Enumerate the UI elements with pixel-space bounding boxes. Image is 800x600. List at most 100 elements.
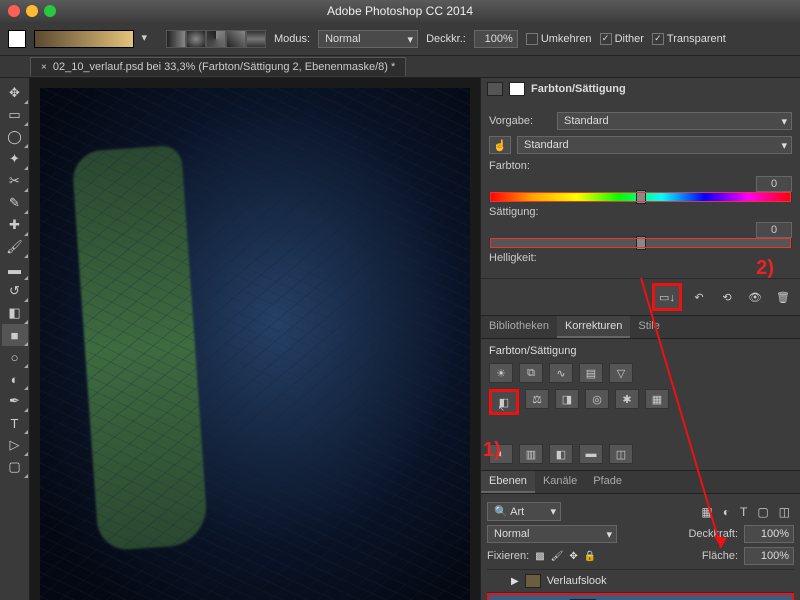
brush-tool[interactable]: 🖌 bbox=[2, 236, 28, 258]
clip-to-layer-button[interactable]: ▭↓ bbox=[652, 283, 682, 311]
shape-tool[interactable]: ▢ bbox=[2, 456, 28, 478]
adj-posterize-icon[interactable]: ▥ bbox=[519, 444, 543, 464]
disclosure-triangle-icon[interactable]: ▶ bbox=[511, 576, 519, 587]
filter-shape-icon[interactable]: ▢ bbox=[757, 505, 768, 519]
move-tool[interactable]: ✥ bbox=[2, 82, 28, 104]
dither-checkbox[interactable]: Dither bbox=[600, 33, 644, 45]
adj-curves-icon[interactable]: ∿ bbox=[549, 363, 573, 383]
previous-state-button[interactable]: ↶ bbox=[688, 288, 710, 306]
crop-tool[interactable]: ✂ bbox=[2, 170, 28, 192]
delete-adjustment-button[interactable]: 🗑 bbox=[772, 288, 794, 306]
layer-name[interactable]: Verlaufslook bbox=[547, 575, 607, 587]
dodge-tool[interactable]: ◐ bbox=[2, 368, 28, 390]
layer-opacity-input[interactable]: 100% bbox=[744, 525, 794, 543]
folder-icon bbox=[525, 574, 541, 588]
adj-gradient-map-icon[interactable]: ▬ bbox=[579, 444, 603, 464]
lock-transparency-icon[interactable]: ▩ bbox=[535, 551, 544, 562]
layer-opacity-label: Deckkraft: bbox=[688, 528, 738, 540]
tab-styles[interactable]: Stile bbox=[630, 316, 667, 338]
lock-pixels-icon[interactable]: 🖌 bbox=[551, 551, 564, 562]
wand-tool[interactable]: ✦ bbox=[2, 148, 28, 170]
layer-group-row[interactable]: ▶ Verlaufslook bbox=[487, 570, 794, 593]
adj-photo-filter-icon[interactable]: ◎ bbox=[585, 389, 609, 409]
layer-row-hs2[interactable]: 👁 ↳ ◐ ⛓ Farbton/Sättigung 2 bbox=[487, 593, 794, 600]
adjustments-grid: ☀ ⧉ ∿ ▤ ▽ bbox=[489, 363, 792, 383]
fill-input[interactable]: 100% bbox=[744, 547, 794, 565]
filter-smart-icon[interactable]: ◫ bbox=[779, 505, 790, 519]
gradient-diamond-button[interactable] bbox=[246, 30, 266, 48]
saturation-input[interactable]: 0 bbox=[756, 222, 792, 238]
adjustment-preset-title: Farbton/Sättigung bbox=[489, 345, 792, 357]
close-tab-icon[interactable]: × bbox=[41, 62, 47, 73]
minimize-window-button[interactable] bbox=[26, 5, 38, 17]
hue-input[interactable]: 0 bbox=[756, 176, 792, 192]
toolbox: ✥ ▭ ◯ ✦ ✂ ✎ ✚ 🖌 ▬ ↺ ◧ ■ ○ ◐ ✒ T ▷ ▢ bbox=[0, 78, 30, 600]
tab-adjustments[interactable]: Korrekturen bbox=[557, 316, 630, 338]
adj-brightness-icon[interactable]: ☀ bbox=[489, 363, 513, 383]
tab-paths[interactable]: Pfade bbox=[585, 471, 630, 493]
adjustments-tabs: Bibliotheken Korrekturen Stile bbox=[481, 316, 800, 339]
gradient-radial-button[interactable] bbox=[186, 30, 206, 48]
adj-bw-icon[interactable]: ◨ bbox=[555, 389, 579, 409]
opacity-input[interactable]: 100% bbox=[474, 30, 518, 48]
document-canvas[interactable] bbox=[40, 88, 470, 600]
close-window-button[interactable] bbox=[8, 5, 20, 17]
saturation-slider[interactable] bbox=[489, 238, 792, 248]
mode-select[interactable]: Normal bbox=[318, 30, 418, 48]
lasso-tool[interactable]: ◯ bbox=[2, 126, 28, 148]
properties-panel: Farbton/Sättigung Vorgabe: Standard ☝ St… bbox=[481, 78, 800, 316]
healing-tool[interactable]: ✚ bbox=[2, 214, 28, 236]
annotation-2: 2) bbox=[756, 257, 774, 280]
transparent-checkbox[interactable]: Transparent bbox=[652, 33, 726, 45]
hue-label: Farbton: bbox=[489, 160, 792, 172]
preset-select[interactable]: Standard bbox=[557, 112, 792, 130]
canvas-area[interactable] bbox=[30, 78, 480, 600]
eraser-tool[interactable]: ◧ bbox=[2, 302, 28, 324]
gradient-tool[interactable]: ■ bbox=[2, 324, 28, 346]
adjustment-icon bbox=[487, 82, 503, 96]
reverse-checkbox[interactable]: Umkehren bbox=[526, 33, 592, 45]
adj-exposure-icon[interactable]: ▤ bbox=[579, 363, 603, 383]
adj-vibrance-icon[interactable]: ▽ bbox=[609, 363, 633, 383]
document-name: 02_10_verlauf.psd bei 33,3% (Farbton/Sät… bbox=[53, 61, 395, 73]
adj-threshold-icon[interactable]: ◧ bbox=[549, 444, 573, 464]
opacity-label: Deckkr.: bbox=[426, 33, 466, 45]
gradient-reflected-button[interactable] bbox=[226, 30, 246, 48]
blend-mode-select[interactable]: Normal bbox=[487, 525, 617, 543]
marquee-tool[interactable]: ▭ bbox=[2, 104, 28, 126]
document-tab[interactable]: × 02_10_verlauf.psd bei 33,3% (Farbton/S… bbox=[30, 57, 406, 76]
path-select-tool[interactable]: ▷ bbox=[2, 434, 28, 456]
gradient-linear-button[interactable] bbox=[166, 30, 186, 48]
filter-pixel-icon[interactable]: ▦ bbox=[701, 505, 712, 519]
hue-slider[interactable] bbox=[489, 192, 792, 202]
adj-levels-icon[interactable]: ⧉ bbox=[519, 363, 543, 383]
toggle-visibility-button[interactable]: 👁 bbox=[744, 288, 766, 306]
annotation-1: 1) bbox=[483, 439, 501, 461]
type-tool[interactable]: T bbox=[2, 412, 28, 434]
tab-libraries[interactable]: Bibliotheken bbox=[481, 316, 557, 338]
zoom-window-button[interactable] bbox=[44, 5, 56, 17]
reset-button[interactable]: ⟲ bbox=[716, 288, 738, 306]
range-select[interactable]: Standard bbox=[517, 136, 792, 154]
adj-channel-mixer-icon[interactable]: ✱ bbox=[615, 389, 639, 409]
layer-filter-select[interactable]: 🔍 Art bbox=[487, 502, 561, 521]
tab-channels[interactable]: Kanäle bbox=[535, 471, 585, 493]
blur-tool[interactable]: ○ bbox=[2, 346, 28, 368]
pen-tool[interactable]: ✒ bbox=[2, 390, 28, 412]
foreground-swatch[interactable] bbox=[8, 30, 26, 48]
lock-position-icon[interactable]: ✥ bbox=[569, 551, 577, 562]
adj-hue-saturation-icon[interactable]: ◧↖ bbox=[489, 389, 519, 415]
stamp-tool[interactable]: ▬ bbox=[2, 258, 28, 280]
eyedropper-tool[interactable]: ✎ bbox=[2, 192, 28, 214]
adj-selective-color-icon[interactable]: ◫ bbox=[609, 444, 633, 464]
filter-adjust-icon[interactable]: ◐ bbox=[723, 505, 730, 519]
targeted-adjust-tool[interactable]: ☝ bbox=[489, 136, 511, 154]
lock-all-icon[interactable]: 🔒 bbox=[584, 551, 596, 562]
gradient-angle-button[interactable] bbox=[206, 30, 226, 48]
history-brush-tool[interactable]: ↺ bbox=[2, 280, 28, 302]
adj-color-balance-icon[interactable]: ⚖ bbox=[525, 389, 549, 409]
adj-color-lookup-icon[interactable]: ▦ bbox=[645, 389, 669, 409]
tab-layers[interactable]: Ebenen bbox=[481, 471, 535, 493]
gradient-preview[interactable] bbox=[34, 30, 134, 48]
filter-type-icon[interactable]: T bbox=[740, 505, 747, 519]
